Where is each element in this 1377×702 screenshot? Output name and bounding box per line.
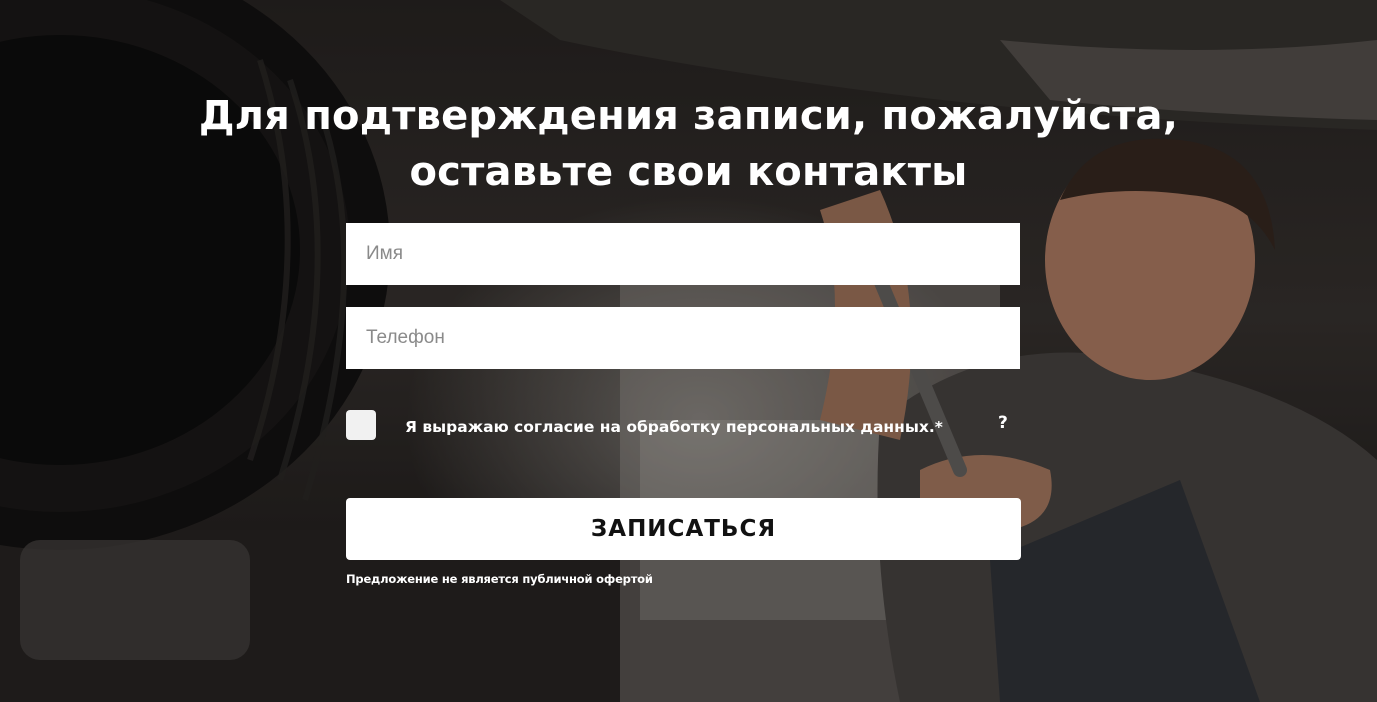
title-line-2: оставьте свои контакты xyxy=(409,149,968,195)
booking-confirmation-page: Для подтверждения записи, пожалуйста, ос… xyxy=(0,0,1377,702)
offer-disclaimer: Предложение не является публичной оферто… xyxy=(346,572,653,586)
consent-row: Я выражаю согласие на обработку персонал… xyxy=(346,410,1020,440)
phone-input[interactable] xyxy=(346,307,1020,369)
consent-label: Я выражаю согласие на обработку персонал… xyxy=(405,418,943,436)
consent-checkbox[interactable] xyxy=(346,410,376,440)
name-input[interactable] xyxy=(346,223,1020,285)
title-line-1: Для подтверждения записи, пожалуйста, xyxy=(198,93,1179,139)
page-title: Для подтверждения записи, пожалуйста, ос… xyxy=(0,88,1377,200)
help-question-icon[interactable]: ? xyxy=(998,413,1008,433)
submit-button[interactable]: ЗАПИСАТЬСЯ xyxy=(346,498,1021,560)
